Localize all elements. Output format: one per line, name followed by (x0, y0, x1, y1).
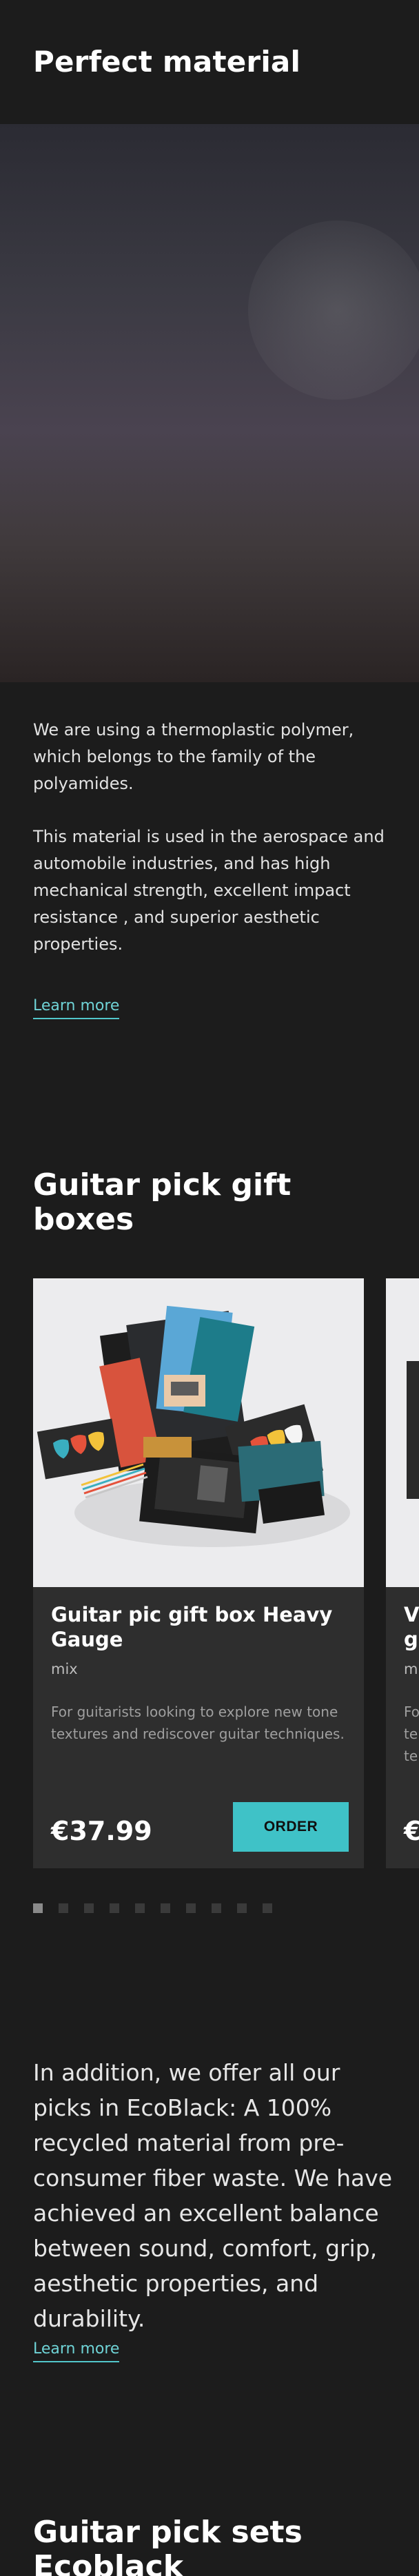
product-title: Guitar pic gift box Heavy Gauge (51, 1603, 333, 1651)
learn-more-link-material[interactable]: Learn more (33, 996, 120, 1019)
product-price: €37.99 (51, 1816, 152, 1846)
hero-bokeh (248, 221, 419, 400)
hero-background (0, 124, 419, 682)
ecoblack-sets-heading: Guitar pick sets Ecoblack (33, 2515, 303, 2576)
material-description: We are using a thermoplastic polymer, wh… (33, 717, 391, 958)
pagination-dot[interactable] (161, 1903, 170, 1913)
pagination-dot[interactable] (212, 1903, 221, 1913)
product-card-partial[interactable]: V g m Fo te te € (386, 1278, 419, 1868)
product-variant: mix (51, 1661, 78, 1677)
product-description: For guitarists looking to explore new to… (51, 1704, 345, 1742)
product-image (386, 1278, 419, 1587)
product-variant: m (404, 1661, 418, 1677)
pagination-dot[interactable] (237, 1903, 247, 1913)
hero-image: Fender RO BO (0, 124, 419, 682)
product-title: V g (404, 1603, 419, 1651)
page-title: Perfect material (33, 45, 301, 79)
pagination-dot[interactable] (263, 1903, 272, 1913)
material-paragraph-1: We are using a thermoplastic polymer, wh… (33, 720, 354, 793)
gift-box-carousel[interactable]: Guitar pic gift box Heavy Gauge mix For … (0, 1278, 419, 1871)
carousel-pagination (33, 1903, 272, 1914)
ecoblack-description: In addition, we offer all our picks in E… (33, 2059, 393, 2332)
pagination-dot[interactable] (110, 1903, 119, 1913)
gift-box-illustration-partial (386, 1278, 419, 1587)
pagination-dot-active[interactable] (33, 1903, 43, 1913)
pagination-dot[interactable] (84, 1903, 94, 1913)
product-description: Fo te te (404, 1704, 419, 1764)
pagination-dot[interactable] (186, 1903, 196, 1913)
learn-more-link-ecoblack[interactable]: Learn more (33, 2339, 120, 2362)
product-card[interactable]: Guitar pic gift box Heavy Gauge mix For … (33, 1278, 364, 1868)
gift-box-illustration (33, 1278, 364, 1587)
pagination-dot[interactable] (135, 1903, 145, 1913)
product-image (33, 1278, 364, 1587)
order-button[interactable]: ORDER (233, 1802, 349, 1852)
header-bar: Perfect material (0, 0, 419, 124)
material-paragraph-2: This material is used in the aerospace a… (33, 827, 385, 954)
pagination-dot[interactable] (59, 1903, 68, 1913)
product-price: € (404, 1816, 419, 1846)
gift-boxes-heading: Guitar pick gift boxes (33, 1167, 292, 1237)
